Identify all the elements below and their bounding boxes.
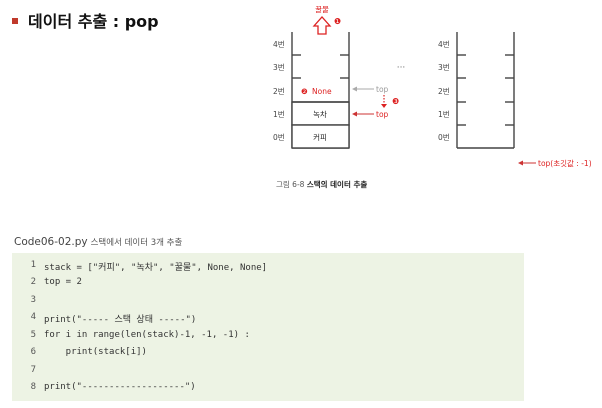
code-block: 1 stack = ["커피", "녹차", "꿀물", None, None] … [12, 253, 524, 401]
cell-2-none: None [312, 87, 332, 96]
line-number: 2 [30, 277, 36, 287]
line-text: for i in range(len(stack)-1, -1, -1) : [44, 330, 250, 340]
code-title: Code06-02.py 스택에서 데이터 3개 추출 [14, 236, 182, 248]
line-number: 4 [30, 312, 36, 322]
pop-label: 꿀물 [315, 5, 329, 14]
code-filename: Code06-02.py [14, 236, 88, 248]
line-number: 5 [30, 330, 36, 340]
stack-pop-figure: 4번 3번 2번 1번 0번 ❷ None 녹차 커피 꿀물 ❶ top ❸ t… [268, 0, 602, 205]
left-label-2: 2번 [273, 87, 285, 96]
top-new-arrowhead [352, 111, 357, 117]
code-description: 스택에서 데이터 3개 추출 [90, 238, 183, 248]
right-label-4: 4번 [438, 40, 450, 49]
pop-arrow-icon [312, 16, 332, 35]
top-initial-label: top(초깃값 : -1) [538, 158, 592, 168]
line-number: 3 [30, 295, 36, 305]
caption-number: 그림 6-8 [276, 180, 305, 189]
step-3-badge: ❸ [392, 97, 399, 106]
slide-title-text: 데이터 추출 : pop [28, 12, 159, 31]
top-initial-arrowhead [518, 160, 523, 166]
title-bullet [12, 17, 18, 24]
left-label-0: 0번 [273, 133, 285, 142]
line-text: stack = ["커피", "녹차", "꿀물", None, None] [44, 263, 268, 273]
line-number: 6 [30, 347, 36, 357]
step-2-badge: ❷ [301, 87, 308, 96]
right-label-0: 0번 [438, 133, 450, 142]
line-number: 8 [30, 382, 36, 392]
line-text: print("----- 스택 상태 -----") [44, 315, 197, 325]
cell-1-value: 녹차 [313, 110, 327, 119]
right-label-3: 3번 [438, 63, 450, 72]
top-old-arrowhead [352, 86, 357, 92]
right-label-1: 1번 [438, 110, 450, 119]
left-label-3: 3번 [273, 63, 285, 72]
top-new-label: top [376, 110, 389, 119]
caption-text: 스택의 데이터 추출 [306, 180, 368, 189]
top-move-arrowhead [381, 104, 387, 108]
line-text: print("-------------------") [44, 382, 196, 392]
left-label-4: 4번 [273, 40, 285, 49]
top-old-label: top [376, 85, 389, 94]
line-number: 7 [30, 365, 36, 375]
step-1-badge: ❶ [334, 17, 341, 26]
stack-diagram: 4번 3번 2번 1번 0번 ❷ None 녹차 커피 꿀물 ❶ top ❸ t… [273, 5, 592, 168]
slide-title: 데이터 추출 : pop [12, 8, 159, 32]
right-label-2: 2번 [438, 87, 450, 96]
ellipsis: ··· [397, 63, 406, 73]
left-label-1: 1번 [273, 110, 285, 119]
line-text: print(stack[i]) [44, 347, 147, 357]
line-text: top = 2 [44, 277, 82, 287]
figure-caption: 그림 6-8 스택의 데이터 추출 [276, 179, 367, 190]
line-number: 1 [30, 260, 36, 270]
cell-0-value: 커피 [313, 133, 327, 142]
